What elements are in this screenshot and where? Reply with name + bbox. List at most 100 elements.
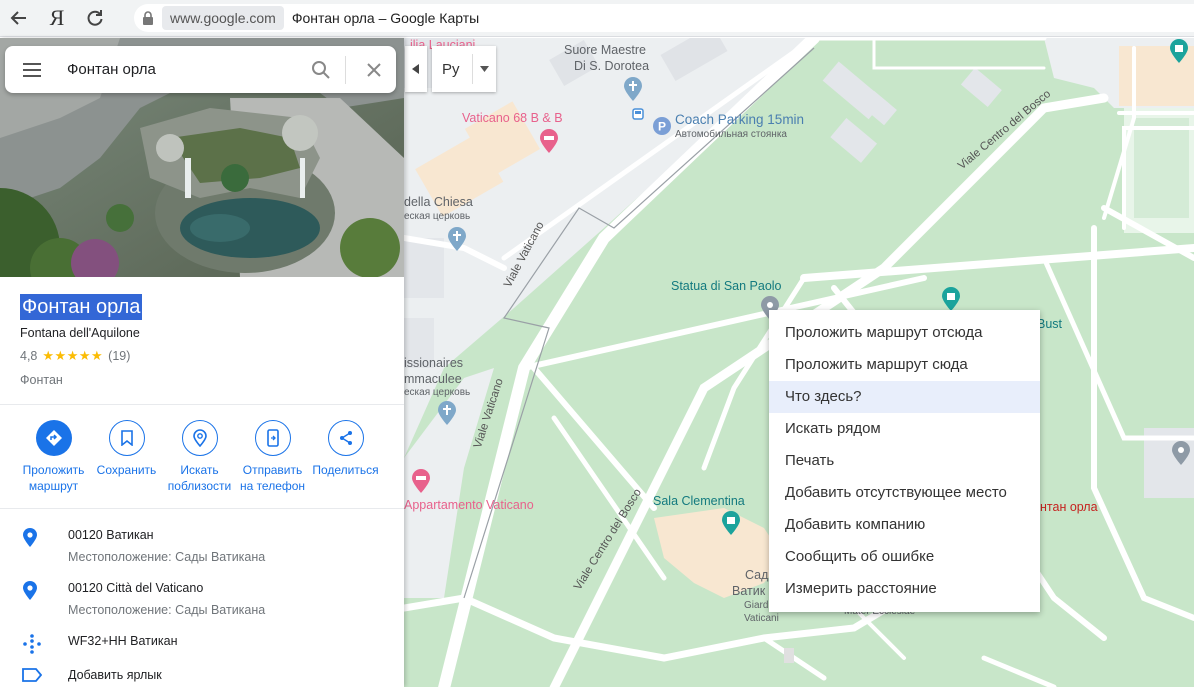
church-pin-icon[interactable]: [446, 226, 468, 252]
add-label-row[interactable]: Добавить ярлык: [0, 668, 404, 682]
church-pin-icon[interactable]: [622, 76, 644, 102]
search-box[interactable]: Фонтан орла: [5, 46, 396, 93]
address-1: 00120 Ватикан: [68, 528, 154, 542]
search-input[interactable]: Фонтан орла: [59, 61, 303, 78]
share-icon: [327, 420, 364, 456]
yandex-button[interactable]: Я: [38, 0, 76, 37]
search-nearby-button[interactable]: Искать поблизости: [163, 420, 236, 494]
map-label-vaticani: Vaticani: [744, 613, 779, 624]
ctx-report-problem[interactable]: Сообщить об ошибке: [769, 541, 1040, 573]
address-row-1[interactable]: 00120 Ватикан Местоположение: Сады Ватик…: [0, 528, 404, 564]
map-label-coach-sub: Автомобильная стоянка: [675, 129, 787, 140]
star-rating-icon: ★★★★★: [42, 348, 104, 363]
browser-toolbar: Я www.google.com Фонтан орла – Google Ка…: [0, 0, 1194, 37]
search-divider: [345, 55, 346, 84]
map-label-missionaries[interactable]: issionaires: [404, 356, 463, 370]
museum-pin-icon[interactable]: [1168, 38, 1190, 64]
directions-button[interactable]: Проложить маршрут: [17, 420, 90, 494]
caret-left-icon: [412, 64, 419, 74]
museum-pin-icon[interactable]: [940, 286, 962, 312]
ctx-measure-distance[interactable]: Измерить расстояние: [769, 573, 1040, 605]
save-button[interactable]: Сохранить: [90, 420, 163, 494]
rating-row: 4,8 ★★★★★ (19): [20, 348, 130, 364]
map-label-suore[interactable]: Suore Maestre: [564, 43, 646, 57]
page-title: Фонтан орла – Google Карты: [291, 10, 480, 26]
map-label-appartamento[interactable]: Appartamento Vaticano: [404, 498, 534, 512]
language-selector[interactable]: Ру: [432, 46, 496, 92]
arrow-left-icon: [10, 11, 26, 25]
address-row-2[interactable]: 00120 Città del Vaticano Местоположение:…: [0, 581, 404, 617]
divider: [0, 404, 404, 405]
hotel-pin-icon[interactable]: [410, 468, 432, 494]
parking-icon[interactable]: P: [652, 116, 672, 136]
reload-icon: [87, 10, 103, 26]
label-tag-icon: [0, 668, 68, 682]
map-canvas[interactable]: ilia Lauciani Suore Maestre Di S. Dorote…: [404, 38, 1194, 687]
map-label-sady[interactable]: Сад: [745, 568, 768, 582]
send-label-1: Отправить: [242, 463, 303, 477]
share-label: Поделиться: [312, 463, 379, 477]
ctx-print[interactable]: Печать: [769, 445, 1040, 477]
ctx-search-nearby[interactable]: Искать рядом: [769, 413, 1040, 445]
address-bar[interactable]: www.google.com Фонтан орла – Google Карт…: [134, 4, 1194, 32]
ctx-route-from[interactable]: Проложить маршрут отсюда: [769, 317, 1040, 349]
plus-code: WF32+HH Ватикан: [68, 634, 178, 648]
ctx-add-business[interactable]: Добавить компанию: [769, 509, 1040, 541]
map-label-coach-parking[interactable]: Coach Parking 15min: [675, 112, 804, 127]
caret-down-icon: [480, 66, 489, 72]
map-label-bust[interactable]: Bust: [1037, 317, 1062, 331]
map-label-della-chiesa[interactable]: della Chiesa: [404, 195, 473, 209]
directions-icon: [35, 420, 72, 456]
plus-code-row[interactable]: WF32+HH Ватикан: [0, 634, 404, 654]
hamburger-menu-icon[interactable]: [5, 62, 59, 77]
nearby-label-2: поблизости: [167, 479, 232, 493]
reload-button[interactable]: [76, 0, 114, 37]
bookmark-icon: [108, 420, 145, 456]
location-2: Местоположение: Сады Ватикана: [68, 603, 266, 617]
ctx-add-missing-place[interactable]: Добавить отсутствующее место: [769, 477, 1040, 509]
map-label-vaticano68[interactable]: Vaticano 68 B & B: [462, 111, 563, 125]
location-1: Местоположение: Сады Ватикана: [68, 550, 266, 564]
review-count[interactable]: (19): [108, 349, 130, 363]
map-label-vatik: Ватик: [732, 584, 766, 598]
add-label: Добавить ярлык: [68, 668, 162, 682]
place-panel: Фонтан орла Фонтан орла Fontana dell'Aqu…: [0, 38, 404, 687]
museum-pin-icon[interactable]: [720, 510, 742, 536]
share-button[interactable]: Поделиться: [309, 420, 382, 494]
map-label-immaculee: mmaculee: [404, 372, 462, 386]
language-value: Ру: [442, 60, 460, 78]
place-original-name: Fontana dell'Aquilone: [20, 326, 140, 340]
directions-label-1: Проложить: [22, 463, 85, 477]
place-category[interactable]: Фонтан: [20, 373, 63, 387]
svg-text:P: P: [658, 120, 666, 134]
language-divider: [472, 54, 473, 84]
address-2: 00120 Città del Vaticano: [68, 581, 204, 595]
map-label-statua[interactable]: Statua di San Paolo: [671, 279, 782, 293]
map-label-sala-clementina[interactable]: Sala Clementina: [653, 494, 745, 508]
map-label-giard: Giard: [744, 600, 769, 611]
map-label-fontan-orla[interactable]: нтан орла: [1040, 500, 1098, 514]
action-bar: Проложить маршрут Сохранить Искать поблизо…: [0, 420, 404, 494]
place-pin-icon[interactable]: [1170, 440, 1192, 466]
map-label-church-sub-2: еская церковь: [404, 387, 471, 398]
rating-value: 4,8: [20, 349, 38, 363]
lock-icon: [134, 11, 162, 25]
nearby-label-1: Искать: [180, 463, 219, 477]
church-pin-icon[interactable]: [436, 400, 458, 426]
map-context-menu: Проложить маршрут отсюда Проложить маршр…: [769, 310, 1040, 612]
close-icon[interactable]: [352, 62, 396, 77]
nearby-pin-icon: [181, 420, 218, 456]
collapse-panel-button[interactable]: [405, 46, 427, 92]
plus-code-icon: [0, 634, 68, 654]
phone-icon: [254, 420, 291, 456]
hotel-pin-icon[interactable]: [538, 128, 560, 154]
bus-stop-icon[interactable]: [632, 108, 644, 120]
save-label: Сохранить: [96, 463, 157, 477]
back-button[interactable]: [0, 0, 38, 37]
ctx-route-to[interactable]: Проложить маршрут сюда: [769, 349, 1040, 381]
url-domain: www.google.com: [162, 6, 284, 30]
location-pin-icon: [0, 581, 68, 617]
send-to-phone-button[interactable]: Отправить на телефон: [236, 420, 309, 494]
search-icon[interactable]: [303, 60, 339, 80]
ctx-whats-here[interactable]: Что здесь?: [769, 381, 1040, 413]
